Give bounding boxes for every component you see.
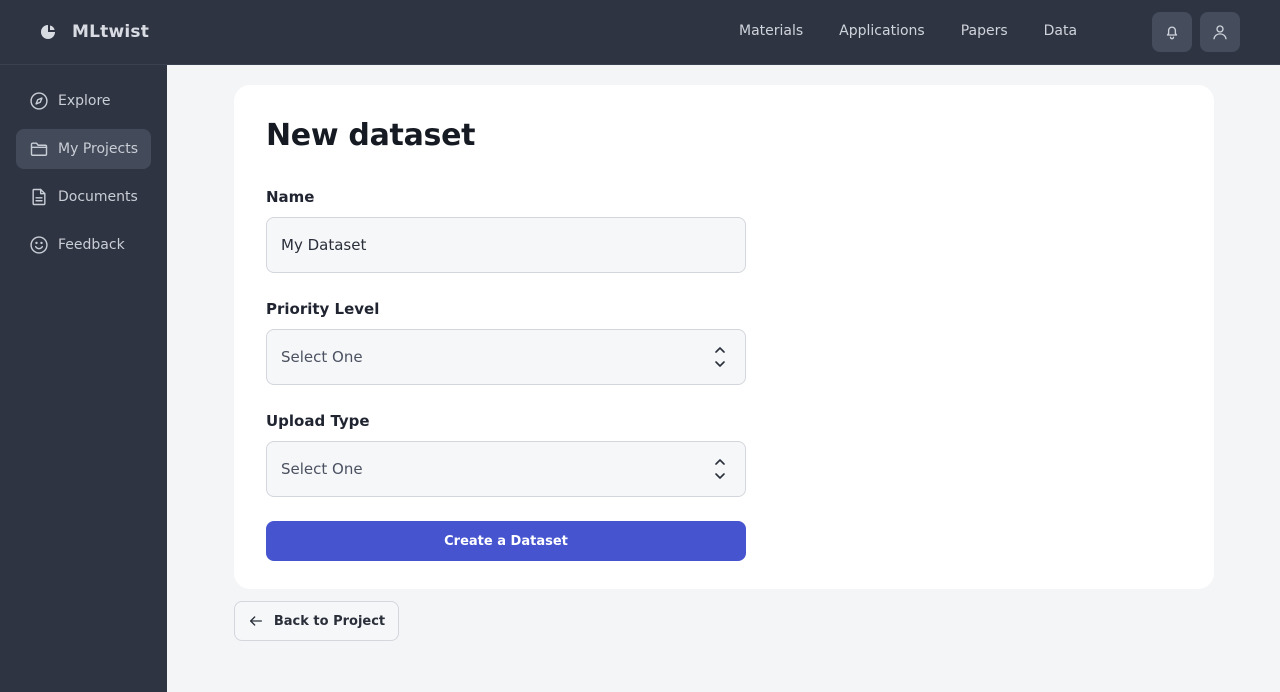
bell-icon bbox=[1166, 26, 1178, 40]
sidebar-item-label: Explore bbox=[58, 93, 111, 109]
name-input[interactable] bbox=[266, 217, 746, 273]
chevron-up-down-icon bbox=[715, 459, 725, 479]
smiley-icon bbox=[30, 236, 48, 254]
document-icon bbox=[32, 188, 46, 206]
chevron-up-down-icon bbox=[715, 347, 725, 367]
sidebar: Explore My Projects Documents Feedback bbox=[0, 65, 167, 692]
folder-icon bbox=[30, 142, 48, 156]
arrow-left-icon bbox=[249, 616, 262, 626]
sidebar-item-documents[interactable]: Documents bbox=[16, 177, 151, 217]
sidebar-item-label: My Projects bbox=[58, 141, 139, 157]
app-name: MLtwist bbox=[72, 22, 150, 42]
sidebar-item-feedback[interactable]: Feedback bbox=[16, 225, 151, 265]
name-label: Name bbox=[266, 188, 315, 206]
nav-papers[interactable]: Papers bbox=[961, 23, 1008, 39]
logo-icon bbox=[41, 25, 55, 39]
nav-applications[interactable]: Applications bbox=[839, 23, 925, 39]
sidebar-item-label: Documents bbox=[58, 189, 138, 205]
brand[interactable]: MLtwist bbox=[39, 20, 149, 44]
upload-type-value: Select One bbox=[281, 460, 363, 478]
back-to-project-label: Back to Project bbox=[273, 613, 386, 629]
user-menu-button[interactable] bbox=[1200, 12, 1240, 52]
upload-type-select[interactable]: Select One bbox=[266, 441, 746, 497]
upload-type-label: Upload Type bbox=[266, 412, 370, 430]
back-to-project-button[interactable]: Back to Project bbox=[234, 601, 399, 641]
top-bar: MLtwist Materials Applications Papers Da… bbox=[0, 0, 1280, 65]
sidebar-item-explore[interactable]: Explore bbox=[16, 81, 151, 121]
priority-level-select[interactable]: Select One bbox=[266, 329, 746, 385]
priority-level-label: Priority Level bbox=[266, 300, 380, 318]
create-dataset-button[interactable]: Create a Dataset bbox=[266, 521, 746, 561]
compass-icon bbox=[30, 92, 48, 110]
sidebar-item-my-projects[interactable]: My Projects bbox=[16, 129, 151, 169]
nav-materials[interactable]: Materials bbox=[739, 23, 803, 39]
notifications-button[interactable] bbox=[1152, 12, 1192, 52]
sidebar-item-label: Feedback bbox=[58, 237, 125, 253]
page-title: New dataset bbox=[266, 118, 476, 153]
priority-level-value: Select One bbox=[281, 348, 363, 366]
user-icon bbox=[1213, 25, 1227, 40]
top-nav: Materials Applications Papers Data bbox=[739, 23, 1113, 39]
nav-data[interactable]: Data bbox=[1044, 23, 1077, 39]
